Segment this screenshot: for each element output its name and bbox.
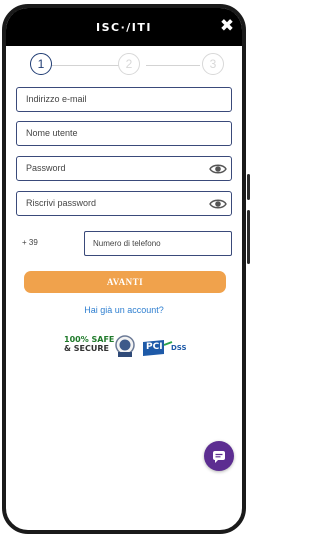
email-placeholder: Indirizzo e-mail [26,94,87,104]
step-connector [146,65,200,66]
phone-frame: ISC·/ITI ✖ 1 2 3 Indirizzo e-mail Nome u… [2,4,246,534]
country-code-selector[interactable]: + 39 [16,231,86,256]
phone-side-button [247,174,250,200]
password-field[interactable]: Password [16,156,232,181]
safe-line-1: 100% SAFE [64,335,115,344]
step-connector [50,65,124,66]
phone-number-field[interactable]: Numero di telefono [84,231,232,256]
chat-icon [213,451,225,463]
password-placeholder: Password [26,163,66,173]
safe-secure-badge: 100% SAFE & SECURE [64,335,114,353]
phone-number-row: + 39 Numero di telefono [16,231,232,256]
pci-sub-label: DSS [171,344,187,352]
close-icon[interactable]: ✖ [218,17,236,35]
pci-dss-badge: PCI DSS [142,339,190,357]
eye-icon[interactable] [209,197,227,211]
app-title: ISC·/ITI [96,20,152,34]
login-link[interactable]: Hai già un account? [6,305,242,315]
next-button[interactable]: AVANTI [24,271,226,293]
phone-side-button [247,210,250,264]
chat-button[interactable] [204,441,234,471]
security-seal-icon [115,335,135,357]
step-3: 3 [202,53,224,75]
step-1: 1 [30,53,52,75]
email-field[interactable]: Indirizzo e-mail [16,87,232,112]
repeat-password-placeholder: Riscrivi password [26,198,97,208]
username-placeholder: Nome utente [26,128,78,138]
app-header: ISC·/ITI ✖ [6,8,242,46]
pci-label: PCI [146,342,163,352]
phone-placeholder: Numero di telefono [93,239,161,248]
step-2: 2 [118,53,140,75]
security-badges: 100% SAFE & SECURE PCI DSS [64,335,194,361]
username-field[interactable]: Nome utente [16,121,232,146]
eye-icon[interactable] [209,162,227,176]
repeat-password-field[interactable]: Riscrivi password [16,191,232,216]
country-code: + 39 [22,238,38,247]
step-indicator: 1 2 3 [26,52,224,80]
safe-line-2: & SECURE [64,344,109,353]
